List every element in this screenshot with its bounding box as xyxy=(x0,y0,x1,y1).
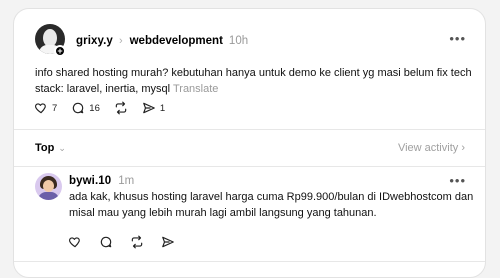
heart-icon xyxy=(34,103,46,114)
post-header: grixy.y › webdevelopment 10h xyxy=(76,33,248,49)
post-actions: 7 16 1 xyxy=(34,101,179,115)
repost-icon xyxy=(115,101,127,115)
more-options-icon[interactable]: ••• xyxy=(449,31,466,46)
reply-text: ada kak, khusus hosting laravel harga cu… xyxy=(69,191,474,219)
share-button[interactable]: 1 xyxy=(142,101,165,115)
divider xyxy=(14,261,485,262)
view-activity-label: View activity xyxy=(397,142,459,154)
heart-icon xyxy=(68,237,80,248)
thread-card: + grixy.y › webdevelopment 10h ••• info … xyxy=(13,8,486,278)
comment-button[interactable]: 16 xyxy=(71,101,100,115)
repost-icon xyxy=(131,235,143,249)
avatar-face xyxy=(43,180,54,192)
like-count: 7 xyxy=(52,102,58,114)
sort-dropdown[interactable]: Top ⌄ xyxy=(35,142,66,154)
more-options-icon[interactable]: ••• xyxy=(449,173,466,188)
avatar-body xyxy=(38,192,59,200)
comment-icon xyxy=(100,236,112,248)
sort-bar: Top ⌄ View activity › xyxy=(14,130,485,166)
post-text: info shared hosting murah? kebutuhan han… xyxy=(35,67,472,95)
reply-header: bywi.10 1m xyxy=(69,175,134,187)
send-icon xyxy=(162,236,174,248)
share-button[interactable] xyxy=(161,235,175,249)
reply-timestamp: 1m xyxy=(118,175,135,187)
repost-button[interactable] xyxy=(114,101,128,115)
like-button[interactable]: 7 xyxy=(34,101,57,115)
reply-username[interactable]: bywi.10 xyxy=(69,175,111,187)
chevron-down-icon: ⌄ xyxy=(58,142,66,153)
reply-actions xyxy=(68,235,192,249)
view-activity-link[interactable]: View activity › xyxy=(398,142,465,154)
post-timestamp: 10h xyxy=(228,35,249,47)
post-username[interactable]: grixy.y xyxy=(76,35,113,47)
comment-icon xyxy=(73,102,84,114)
comment-count: 16 xyxy=(89,102,100,114)
sort-label: Top xyxy=(35,142,55,154)
chevron-right-icon: › xyxy=(118,35,123,47)
comment-button[interactable] xyxy=(99,235,113,249)
community-link[interactable]: webdevelopment xyxy=(130,35,223,47)
send-icon xyxy=(143,102,155,114)
reply-avatar[interactable] xyxy=(35,173,62,200)
original-post: + grixy.y › webdevelopment 10h ••• info … xyxy=(14,9,485,129)
share-count: 1 xyxy=(159,102,166,114)
repost-button[interactable] xyxy=(130,235,144,249)
post-body: info shared hosting murah? kebutuhan han… xyxy=(35,65,475,97)
like-button[interactable] xyxy=(68,235,82,249)
follow-plus-icon[interactable]: + xyxy=(54,45,66,57)
chevron-right-icon: › xyxy=(461,142,465,154)
divider xyxy=(14,166,485,167)
translate-link[interactable]: Translate xyxy=(173,83,218,95)
